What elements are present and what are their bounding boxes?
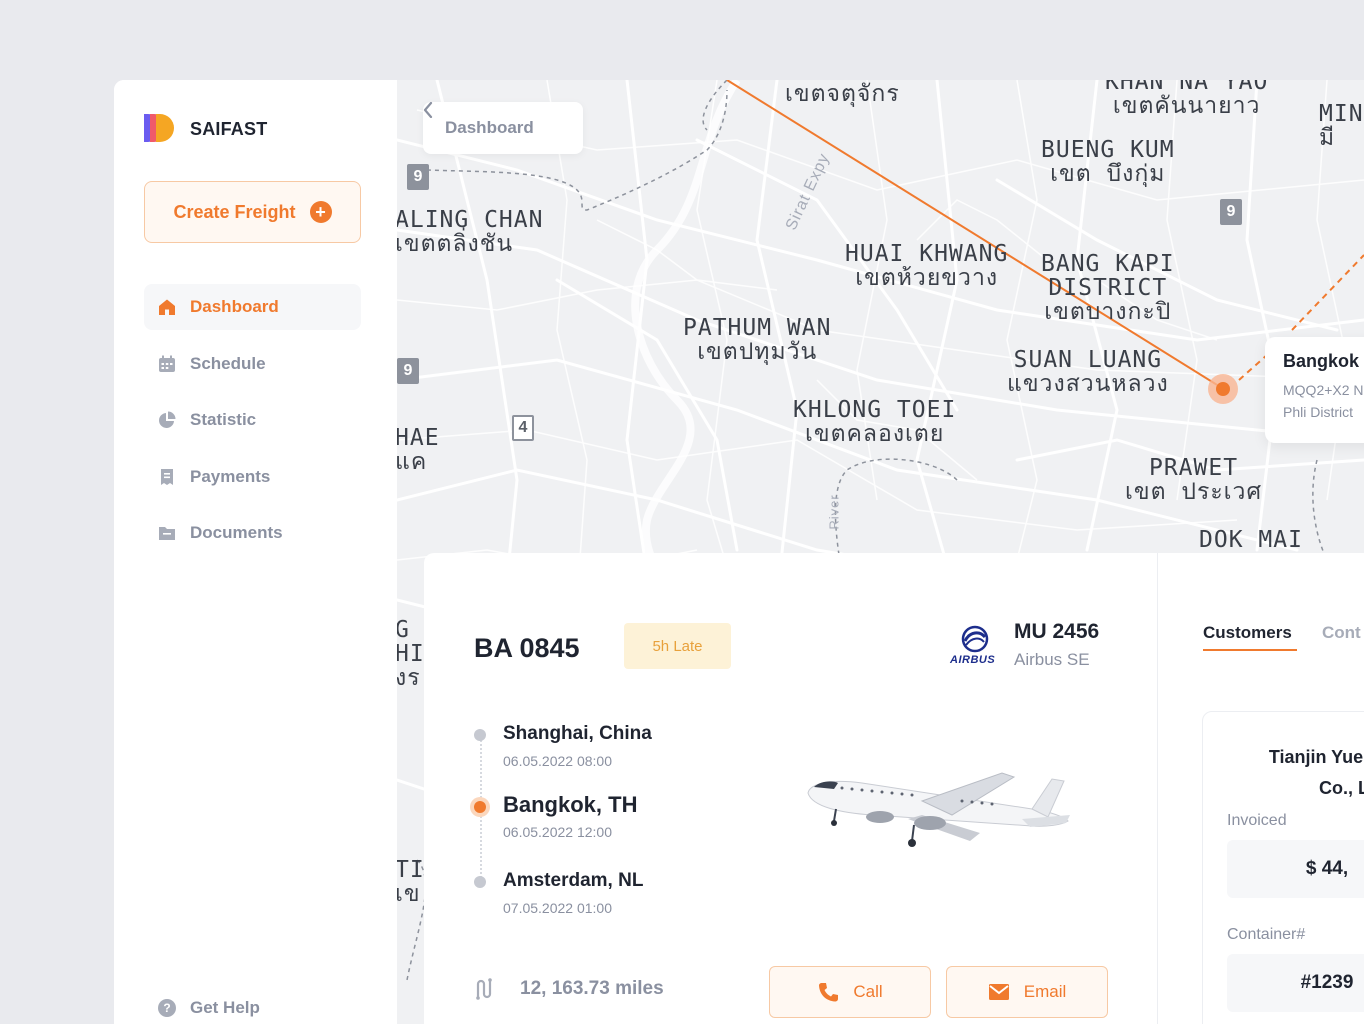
map-label: MIN มี bbox=[1319, 101, 1364, 151]
map-label: KHAN NA YAO เขตคันนายาว bbox=[1105, 80, 1269, 119]
brand-name: SAIFAST bbox=[190, 118, 268, 139]
question-icon: ? bbox=[158, 999, 176, 1017]
stop-time: 06.05.2022 08:00 bbox=[503, 753, 612, 769]
panel-divider bbox=[1157, 553, 1158, 1024]
highway-shield-icon: 4 bbox=[512, 415, 534, 441]
home-icon bbox=[158, 298, 176, 316]
sidebar-item-label: Payments bbox=[190, 466, 271, 486]
stop-time: 06.05.2022 12:00 bbox=[503, 824, 612, 840]
tab-customers[interactable]: Customers bbox=[1203, 623, 1292, 643]
map-label: TI เข bbox=[397, 857, 425, 907]
stop-city: Shanghai, China bbox=[503, 723, 652, 744]
highway-shield-icon: 9 bbox=[397, 358, 419, 384]
stop-dot-icon bbox=[474, 876, 486, 888]
river-label: River bbox=[826, 494, 842, 530]
customer-name-line2: Co., L bbox=[1319, 778, 1364, 798]
airbus-wordmark: AIRBUS bbox=[950, 654, 996, 666]
stop-dot-icon bbox=[474, 729, 486, 741]
invoiced-value: $ 44, bbox=[1227, 840, 1364, 898]
map-label: PATHUM WAN เขตปทุมวัน bbox=[683, 315, 832, 365]
calendar-icon bbox=[158, 355, 176, 373]
email-button[interactable]: Email bbox=[946, 966, 1108, 1018]
sidebar: SAIFAST Create Freight + Dashboard Sched… bbox=[114, 80, 397, 1024]
stop-time: 07.05.2022 01:00 bbox=[503, 900, 612, 916]
map-label: SUAN LUANG แขวงสวนหลวง bbox=[1007, 347, 1169, 397]
receipt-icon bbox=[158, 468, 176, 486]
sidebar-item-label: Dashboard bbox=[190, 297, 279, 316]
airbus-logo: AIRBUS bbox=[950, 625, 1006, 671]
highway-shield-icon: 9 bbox=[407, 164, 429, 190]
airline-name: Airbus SE bbox=[1014, 650, 1090, 669]
sidebar-item-schedule[interactable]: Schedule bbox=[144, 341, 361, 387]
chevron-left-icon bbox=[423, 102, 433, 118]
sidebar-item-dashboard[interactable]: Dashboard bbox=[144, 284, 361, 330]
stop-city: Bangkok, TH bbox=[503, 792, 638, 817]
container-label: Container# bbox=[1227, 926, 1306, 943]
map-label: HAE แค bbox=[397, 425, 440, 475]
sidebar-item-statistic[interactable]: Statistic bbox=[144, 397, 361, 443]
active-tab-indicator bbox=[1203, 649, 1297, 651]
customer-name: Tianjin Yuehai Co., L bbox=[1229, 742, 1364, 804]
call-button[interactable]: Call bbox=[769, 966, 931, 1018]
sidebar-item-label: Schedule bbox=[190, 353, 266, 373]
folder-icon bbox=[158, 524, 176, 542]
get-help-label: Get Help bbox=[190, 998, 260, 1017]
create-freight-label: Create Freight bbox=[173, 201, 296, 222]
distance-readout: 12, 163.73 miles bbox=[474, 978, 664, 1000]
stop-city: Amsterdam, NL bbox=[503, 870, 644, 891]
map-label: เขตจตุจักร bbox=[785, 81, 900, 107]
container-value: #1239 bbox=[1227, 954, 1364, 1012]
flight-code: BA 0845 bbox=[474, 633, 580, 663]
airbus-swirl-icon bbox=[961, 625, 989, 653]
airplane-image bbox=[807, 772, 1070, 847]
map-label: DOK MAI bbox=[1199, 527, 1303, 553]
phone-icon bbox=[819, 983, 839, 1002]
map-label: KHLONG TOEI เขตคลองเตย bbox=[793, 397, 957, 447]
call-label: Call bbox=[853, 982, 883, 1001]
map-label: BANG KAPI DISTRICT เขตบางกะปิ bbox=[1041, 251, 1175, 325]
sidebar-item-label: Documents bbox=[190, 523, 283, 542]
tab-contacts[interactable]: Cont bbox=[1322, 623, 1361, 643]
route-icon bbox=[476, 978, 492, 1000]
plus-circle-icon: + bbox=[309, 201, 332, 223]
mail-icon bbox=[988, 984, 1009, 1000]
back-to-dashboard-button[interactable]: Dashboard bbox=[423, 102, 583, 154]
saifast-logo-icon bbox=[144, 114, 180, 144]
map-label: G HI งร bbox=[397, 617, 425, 691]
customer-name-line1: Tianjin Yuehai bbox=[1268, 747, 1364, 767]
popup-district: Phli District bbox=[1283, 404, 1354, 420]
map-label: BUENG KUM เขต บึงกุ่ม bbox=[1041, 137, 1175, 187]
customer-card[interactable]: Tianjin Yuehai Co., L Invoiced $ 44, Con… bbox=[1202, 711, 1364, 1024]
back-button-label: Dashboard bbox=[445, 118, 534, 137]
distance-value: 12, 163.73 miles bbox=[520, 978, 664, 999]
highway-shield-icon: 9 bbox=[1220, 199, 1242, 225]
map-label: HUAI KHWANG เขตห้วยขวาง bbox=[845, 241, 1009, 291]
map-label: PRAWET เขต ประเวศ bbox=[1125, 455, 1263, 505]
airline-flight-code: MU 2456 bbox=[1014, 620, 1100, 643]
map-label: ALING CHAN เขตตลิ่งชัน bbox=[397, 207, 544, 257]
sidebar-item-payments[interactable]: Payments bbox=[144, 454, 361, 500]
location-pin-icon[interactable] bbox=[1216, 382, 1230, 396]
flight-detail-card: BA 0845 5h Late AIRBUS MU 2456 Airbus SE… bbox=[424, 553, 1364, 1024]
popup-plus-code: MQQ2+X2 N bbox=[1283, 382, 1364, 398]
sidebar-item-label: Statistic bbox=[190, 410, 257, 429]
create-freight-button[interactable]: Create Freight + bbox=[144, 181, 361, 243]
email-label: Email bbox=[1023, 982, 1067, 1001]
location-popup[interactable]: Bangkok MQQ2+X2 N Phli District bbox=[1265, 337, 1364, 443]
app-window: SAIFAST Create Freight + Dashboard Sched… bbox=[114, 80, 1364, 1024]
pie-chart-icon bbox=[158, 411, 176, 429]
popup-title: Bangkok bbox=[1283, 351, 1360, 371]
brand-logo[interactable]: SAIFAST bbox=[144, 114, 267, 144]
sidebar-item-documents[interactable]: Documents bbox=[144, 510, 361, 556]
sidebar-nav: Dashboard Schedule Statistic Payments Do… bbox=[144, 284, 361, 567]
status-badge: 5h Late bbox=[624, 623, 731, 669]
get-help-link[interactable]: ? Get Help bbox=[158, 998, 260, 1018]
current-stop-dot-icon bbox=[474, 801, 486, 813]
invoiced-label: Invoiced bbox=[1227, 812, 1287, 829]
